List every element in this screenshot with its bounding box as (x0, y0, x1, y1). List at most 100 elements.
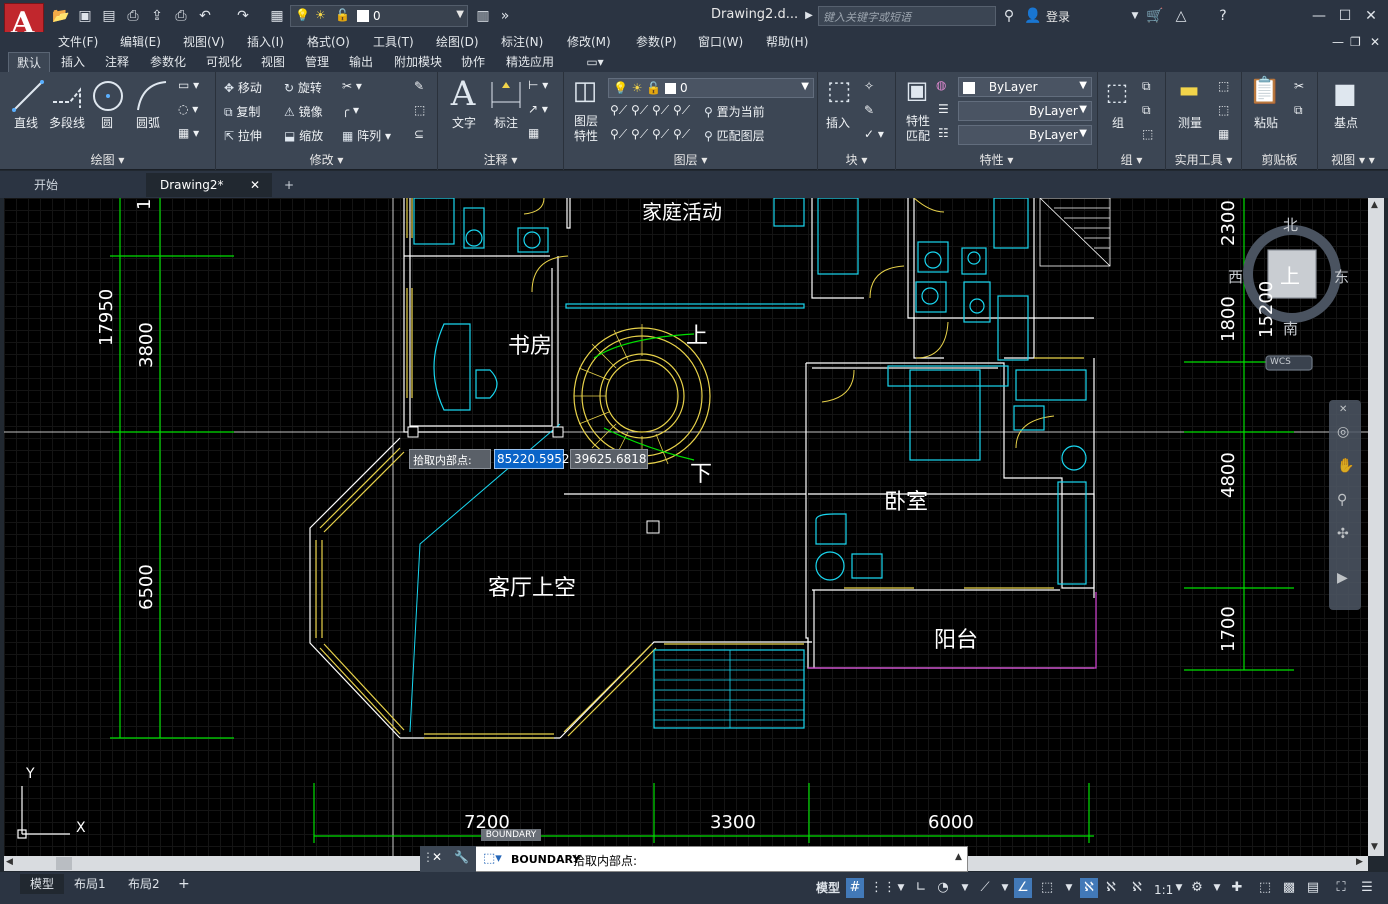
redo-icon[interactable]: ↷ (234, 6, 252, 26)
menu-format[interactable]: 格式(O) (307, 32, 350, 52)
attribute-icon[interactable]: ✓ ▾ (864, 127, 884, 141)
customize-icon[interactable]: ☰ (1358, 878, 1376, 898)
layer-properties-button[interactable]: 图层 特性 (574, 114, 598, 144)
measure-button[interactable]: 测量 (1178, 114, 1202, 131)
coord-x-input[interactable]: 85220.5952 (494, 449, 570, 469)
ortho-icon[interactable]: ∟ (912, 878, 930, 898)
print-icon[interactable]: ⎙ (172, 6, 190, 26)
fullscreen-icon[interactable]: ⛶ (1332, 878, 1350, 898)
minimize-icon[interactable]: — (1310, 6, 1328, 26)
dimension-button[interactable]: 标注 (494, 114, 518, 131)
close-icon[interactable]: ✕ (1362, 6, 1380, 26)
chevron-down-icon[interactable]: ▼ (1060, 878, 1078, 898)
snap-icon[interactable]: ⋮⋮ (870, 878, 896, 898)
annotation-visibility-icon[interactable]: ℵ (1080, 878, 1098, 898)
viewcube-top[interactable]: 上 (1280, 260, 1300, 289)
upload-icon[interactable]: ⇪ (148, 6, 166, 26)
isodraft-icon[interactable]: ⟋ (976, 878, 994, 898)
menu-edit[interactable]: 编辑(E) (120, 32, 161, 52)
tab-collaborate[interactable]: 协作 (456, 52, 490, 72)
hatch-icon[interactable]: ◌ ▾ (178, 102, 198, 116)
plot-icon[interactable]: ▦ (268, 6, 286, 26)
undo-icon[interactable]: ↶ (196, 6, 214, 26)
menu-file[interactable]: 文件(F) (58, 32, 98, 52)
layer-tools-row2[interactable]: ⚲⟋ ⚲⟋ ⚲⟋ ⚲⟋ (610, 127, 690, 142)
edit-block-icon[interactable]: ✎ (864, 103, 874, 117)
color-dropdown[interactable]: ByLayer ▼ (958, 77, 1092, 97)
select-all-icon[interactable]: ⬚ (1218, 103, 1229, 117)
panel-title-block[interactable]: 块 ▾ (818, 151, 895, 168)
tab-parametric[interactable]: 参数化 (144, 52, 192, 72)
menu-dimension[interactable]: 标注(N) (501, 32, 543, 52)
close-tab-icon[interactable]: ✕ (250, 173, 260, 197)
search-input[interactable]: 键入关键字或短语 (818, 6, 996, 26)
copy-clip-icon[interactable]: ⧉ (1294, 103, 1303, 118)
save-icon[interactable]: ▣ (76, 6, 94, 26)
workspace-icon[interactable]: ▥ (474, 6, 492, 26)
object-snap-tracking-icon[interactable]: ∠ (1014, 878, 1032, 898)
doc-restore-icon[interactable]: ❐ (1350, 32, 1361, 52)
lineweight-dropdown[interactable]: ByLayer ▼ (958, 125, 1092, 145)
tab-layout2[interactable]: 布局2 (128, 874, 160, 894)
tab-featured-apps[interactable]: 精选应用 (500, 52, 560, 72)
explode-icon[interactable]: ⬚ (414, 103, 425, 117)
chevron-down-icon[interactable]: ▼ (1170, 878, 1188, 898)
cart-icon[interactable]: 🛒 (1146, 6, 1164, 26)
wcs-menu[interactable]: WCS (1270, 357, 1291, 367)
close-command-icon[interactable]: ✕ (432, 850, 442, 864)
move-button[interactable]: ✥ 移动 (224, 79, 262, 96)
scroll-thumb[interactable] (56, 857, 72, 870)
binoculars-icon[interactable]: ⚲ (1000, 6, 1018, 26)
help-icon[interactable]: ? (1214, 6, 1232, 26)
menu-view[interactable]: 视图(V) (183, 32, 225, 52)
login-link[interactable]: 登录 (1046, 8, 1070, 25)
compass-west[interactable]: 西 (1228, 266, 1243, 287)
a360-icon[interactable]: △ (1172, 6, 1190, 26)
panel-title-modify[interactable]: 修改 ▾ (216, 151, 437, 168)
doc-minimize-icon[interactable]: — (1332, 32, 1344, 52)
tab-annotate[interactable]: 注释 (100, 52, 134, 72)
copy-button[interactable]: ⧉ 复制 (224, 103, 260, 120)
scroll-up-icon[interactable]: ▲ (1371, 200, 1378, 210)
group-button[interactable]: 组 (1112, 114, 1124, 131)
publish-icon[interactable]: ⎙ (124, 6, 142, 26)
table-icon[interactable]: ▦ (528, 126, 539, 140)
rectangle-icon[interactable]: ▭ ▾ (178, 78, 199, 92)
compass-north[interactable]: 北 (1283, 214, 1298, 235)
command-line[interactable]: ⬚▾ BOUNDARY 拾取内部点: ▲ (420, 846, 968, 872)
chevron-down-icon[interactable]: ▼ (1126, 6, 1144, 26)
new-tab-icon[interactable]: + (278, 173, 302, 197)
match-properties-button[interactable]: 特性 匹配 (906, 114, 930, 144)
isolate-icon[interactable]: ⬚ (1256, 878, 1274, 898)
scroll-right-icon[interactable]: ▶ (1356, 857, 1363, 867)
panel-title-layers[interactable]: 图层 ▾ (564, 151, 817, 168)
menu-tools[interactable]: 工具(T) (373, 32, 414, 52)
tab-output[interactable]: 输出 (344, 52, 378, 72)
hardware-icon[interactable]: ▤ (1304, 878, 1322, 898)
panel-title-annotation[interactable]: 注释 ▾ (438, 151, 563, 168)
group-edit-icon[interactable]: ⧉ (1142, 103, 1151, 118)
erase-icon[interactable]: ✎ (414, 79, 424, 93)
menu-parametric[interactable]: 参数(P) (636, 32, 677, 52)
ungroup-icon[interactable]: ⧉ (1142, 79, 1151, 94)
coord-y-input[interactable]: 39625.6818 (570, 449, 648, 469)
polyline-button[interactable]: 多段线 (49, 114, 85, 131)
menu-draw[interactable]: 绘图(D) (436, 32, 479, 52)
layer-dropdown[interactable]: 💡 ☀ 🔓 0 ▼ (608, 78, 814, 98)
linetype-dropdown[interactable]: ByLayer ▼ (958, 101, 1092, 121)
set-current-button[interactable]: ⚲ 置为当前 (704, 103, 765, 120)
tab-view[interactable]: 视图 (256, 52, 290, 72)
fillet-icon[interactable]: ╭ ▾ (342, 103, 359, 117)
panel-title-properties[interactable]: 特性 ▾ (896, 151, 1097, 168)
chevron-down-icon[interactable]: ▼ (996, 878, 1014, 898)
calculator-icon[interactable]: ▦ (1218, 127, 1229, 141)
object-snap-icon[interactable]: ⬚ (1038, 878, 1056, 898)
zoom-icon[interactable]: ⚲ (1337, 492, 1347, 508)
line-button[interactable]: 直线 (14, 114, 38, 131)
array-button[interactable]: ▦ 阵列 ▾ (342, 127, 391, 144)
stretch-button[interactable]: ⇱ 拉伸 (224, 127, 262, 144)
group-select-icon[interactable]: ⬚ (1142, 127, 1153, 141)
doc-close-icon[interactable]: ✕ (1370, 32, 1380, 52)
polar-icon[interactable]: ◔ (934, 878, 952, 898)
chevron-down-icon[interactable]: ▼ (1208, 878, 1226, 898)
